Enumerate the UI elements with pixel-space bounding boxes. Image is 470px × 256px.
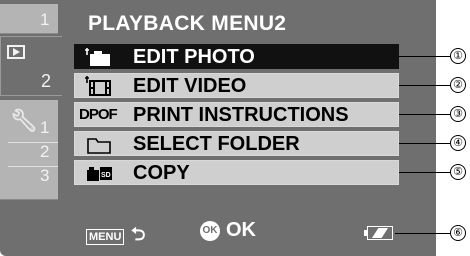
setup-page-3[interactable]: 3 — [40, 166, 49, 186]
callout-line — [399, 143, 450, 144]
edit-video-icon — [85, 76, 111, 96]
callout-4: ④ — [450, 135, 466, 151]
copy-icon: SD — [87, 167, 112, 181]
tab-setup-menu[interactable]: 🔧︎ 1 2 3 — [0, 100, 58, 200]
ok-label: OK — [226, 219, 256, 241]
menu-item-copy[interactable]: SD COPY — [74, 160, 399, 185]
menu-item-edit-photo[interactable]: EDIT PHOTO — [74, 44, 399, 69]
tab-playback-menu-1[interactable]: 1 — [0, 4, 58, 34]
menu-back-hint[interactable]: MENU ⮌ — [86, 222, 145, 252]
wrench-icon: 🔧︎ — [10, 108, 38, 133]
menu-item-label: EDIT PHOTO — [133, 46, 255, 68]
callout-5: ⑤ — [450, 164, 466, 180]
callout-line — [399, 85, 450, 86]
camera-screen: 1 2 🔧︎ 1 2 3 PLAYBACK MENU2 EDIT PHOTO E… — [0, 0, 436, 256]
edit-photo-icon — [85, 48, 110, 66]
folder-icon — [87, 138, 111, 154]
callout-6: ⑥ — [450, 225, 466, 241]
callout-line — [399, 56, 450, 57]
battery-icon — [364, 226, 393, 240]
callout-1: ① — [450, 48, 466, 64]
divider — [8, 166, 58, 167]
callout-line — [395, 233, 450, 234]
callout-2: ② — [450, 77, 466, 93]
dpof-icon: DPOF — [79, 106, 118, 123]
tab-number: 1 — [40, 10, 50, 29]
setup-page-2[interactable]: 2 — [40, 142, 49, 162]
tab-playback-menu-2[interactable]: 2 — [0, 36, 62, 96]
menu-item-edit-video[interactable]: EDIT VIDEO — [74, 73, 399, 98]
playback-icon — [7, 45, 25, 59]
setup-page-1[interactable]: 1 — [40, 118, 49, 138]
tab-number: 2 — [41, 71, 52, 91]
callout-3: ③ — [450, 106, 466, 122]
menu-item-label: PRINT INSTRUCTIONS — [133, 104, 349, 126]
page-title: PLAYBACK MENU2 — [88, 12, 287, 35]
callout-line — [399, 114, 450, 115]
ok-hint[interactable]: OK OK — [200, 219, 256, 242]
divider — [8, 142, 58, 143]
callout-line — [399, 172, 450, 173]
menu-button-icon: MENU — [86, 229, 125, 245]
menu-item-label: SELECT FOLDER — [133, 133, 300, 155]
menu-item-label: COPY — [133, 162, 190, 184]
menu-item-label: EDIT VIDEO — [133, 75, 247, 97]
ok-button-icon: OK — [200, 220, 220, 241]
return-arrow-icon: ⮌ — [131, 224, 146, 244]
menu-item-select-folder[interactable]: SELECT FOLDER — [74, 131, 399, 156]
menu-item-print-instructions[interactable]: DPOF PRINT INSTRUCTIONS — [74, 102, 399, 127]
svg-text:SD: SD — [101, 172, 111, 179]
